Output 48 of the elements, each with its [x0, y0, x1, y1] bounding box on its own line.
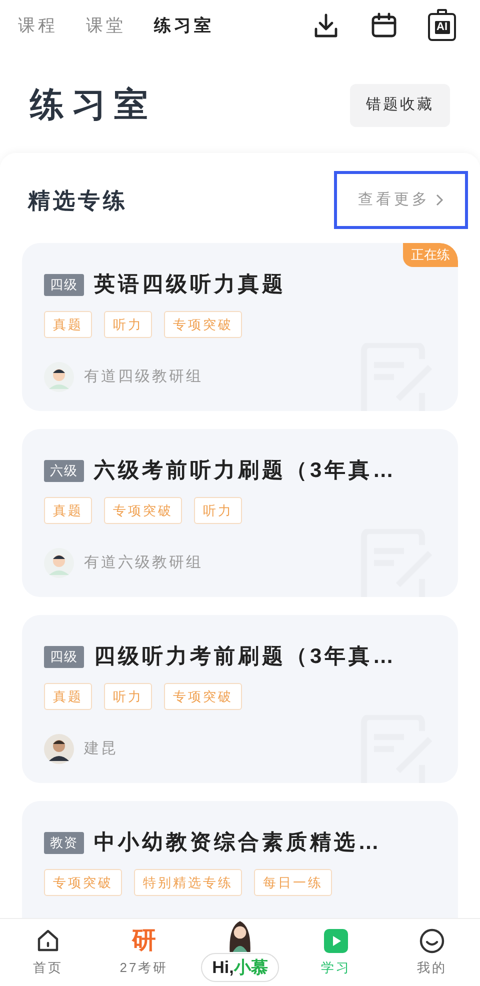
play-icon — [323, 928, 349, 954]
home-icon — [35, 928, 61, 954]
topic-tag: 听力 — [104, 310, 152, 338]
topic-tag: 听力 — [194, 496, 242, 524]
chevron-right-icon — [436, 194, 444, 206]
practice-card[interactable]: 六级 六级考前听力刷题（3年真… 真题 专项突破 听力 有道六级教研组 — [22, 429, 458, 597]
card-title: 六级考前听力刷题（3年真… — [94, 458, 397, 484]
avatar — [44, 548, 74, 578]
topic-tag: 真题 — [44, 496, 92, 524]
practice-card[interactable]: 四级 四级听力考前刷题（3年真… 真题 听力 专项突破 建昆 — [22, 615, 458, 783]
level-tag: 四级 — [44, 274, 84, 296]
topic-tag: 专项突破 — [104, 496, 182, 524]
top-tab[interactable]: 课程 — [18, 13, 58, 39]
topic-tag: 专项突破 — [164, 310, 242, 338]
topic-tag: 每日一练 — [254, 868, 332, 896]
author-name: 有道四级教研组 — [84, 366, 203, 387]
nav-tab[interactable]: 首页 — [0, 919, 96, 986]
practice-card[interactable]: 教资 中小幼教资综合素质精选… 专项突破 特别精选专练 每日一练 — [22, 801, 458, 918]
avatar — [44, 734, 74, 764]
topic-tag: 真题 — [44, 310, 92, 338]
topic-tag: 特别精选专练 — [134, 868, 242, 896]
level-tag: 六级 — [44, 460, 84, 482]
practice-card[interactable]: 正在练 四级 英语四级听力真题 真题 听力 专项突破 有道四级教研组 — [22, 243, 458, 411]
topic-tag: 专项突破 — [164, 682, 242, 710]
topic-tag: 听力 — [104, 682, 152, 710]
nav-tab[interactable]: 研 27考研 — [96, 919, 192, 986]
favorites-button[interactable]: 错题收藏 — [350, 84, 450, 127]
top-tab[interactable]: 练习室 — [154, 13, 214, 39]
card-title: 四级听力考前刷题（3年真… — [94, 644, 397, 670]
calendar-icon[interactable] — [370, 12, 398, 40]
download-icon[interactable] — [312, 12, 340, 40]
author-name: 有道六级教研组 — [84, 552, 203, 573]
assistant-button[interactable]: Hi,小慕 — [201, 952, 279, 982]
avatar — [44, 362, 74, 392]
page-title: 练习室 — [30, 85, 156, 126]
topic-tag: 真题 — [44, 682, 92, 710]
topic-tag: 专项突破 — [44, 868, 122, 896]
section-title: 精选专练 — [28, 186, 128, 214]
yan-logo: 研 — [132, 928, 156, 954]
top-tab[interactable]: 课堂 — [86, 13, 126, 39]
author-name: 建昆 — [84, 738, 118, 759]
status-badge: 正在练 — [403, 243, 458, 266]
level-tag: 教资 — [44, 832, 84, 854]
level-tag: 四级 — [44, 646, 84, 668]
card-title: 英语四级听力真题 — [94, 272, 286, 298]
card-title: 中小幼教资综合素质精选… — [94, 830, 382, 856]
nav-tab[interactable]: 我的 — [384, 919, 480, 986]
smile-icon — [419, 928, 445, 954]
